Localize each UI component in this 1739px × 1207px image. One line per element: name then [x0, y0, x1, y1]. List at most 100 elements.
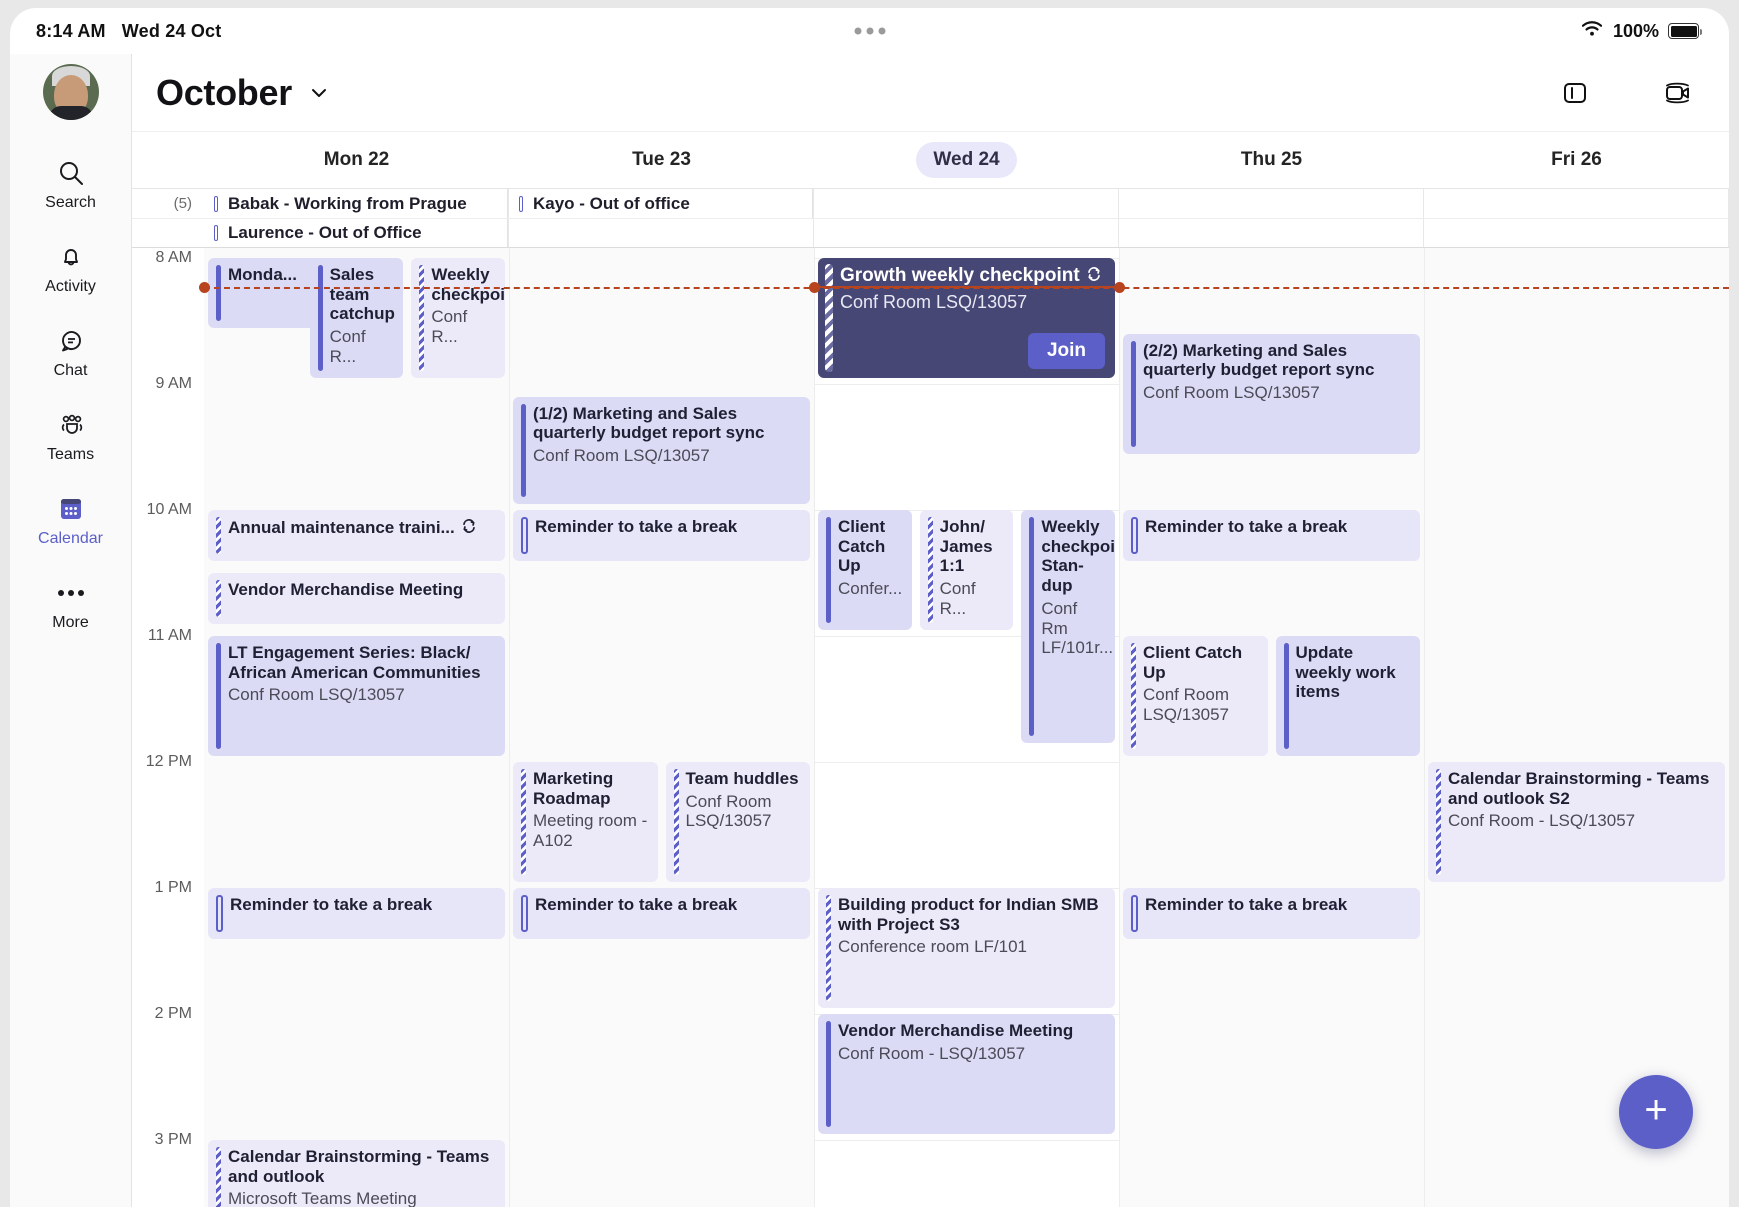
video-camera-icon[interactable]: [1657, 73, 1697, 113]
event-title: Reminder to take a break: [1145, 517, 1348, 536]
event-title: Vendor Merchandise Meeting: [228, 580, 464, 599]
split-view-icon[interactable]: [1555, 73, 1595, 113]
multitask-handle[interactable]: [854, 27, 885, 35]
calendar-event[interactable]: Annual maintenance traini...: [208, 510, 505, 561]
calendar-event[interactable]: John/ James 1:1 Conf R...: [919, 510, 1014, 630]
all-day-cell: [1424, 189, 1729, 218]
event-accent-bar: [673, 769, 679, 875]
calendar-event[interactable]: Vendor Merchandise Meeting Conf Room - LS…: [818, 1014, 1115, 1134]
calendar-event[interactable]: Reminder to take a break: [208, 888, 505, 939]
calendar-event[interactable]: Client Catch Up Conf Room LSQ/13057: [1123, 636, 1268, 756]
calendar-event[interactable]: Reminder to take a break: [513, 888, 810, 939]
calendar-toolbar: October: [132, 54, 1729, 132]
chevron-down-icon: [308, 82, 330, 104]
calendar-event[interactable]: Building product for Indian SMB with Pro…: [818, 888, 1115, 1008]
all-day-cell: Babak - Working from Prague: [204, 189, 509, 218]
sidebar-label-search: Search: [45, 194, 96, 211]
all-day-event[interactable]: Babak - Working from Prague: [204, 189, 508, 218]
sidebar-item-search[interactable]: Search: [10, 146, 131, 221]
day-divider: [1424, 248, 1425, 1207]
avatar[interactable]: [42, 64, 99, 120]
sidebar-item-activity[interactable]: Activity: [10, 230, 131, 305]
event-accent-bar: [1131, 895, 1138, 932]
day-column-4[interactable]: [1424, 248, 1729, 1207]
day-header-label: Wed 24: [916, 142, 1017, 178]
event-title: Calendar Brainstorming - Teams and outlo…: [228, 1147, 490, 1186]
event-title: Reminder to take a break: [1145, 895, 1348, 914]
people-icon: [55, 409, 87, 441]
event-location: Conf Room LSQ/13057: [840, 292, 1028, 313]
status-right: 100%: [1580, 20, 1702, 43]
event-location: Conf Room - LSQ/13057: [838, 1043, 1026, 1063]
day-header-2[interactable]: Wed 24: [814, 142, 1119, 178]
calendar-event[interactable]: Calendar Brainstorming - Teams and outlo…: [1428, 762, 1725, 882]
event-accent-bar: [214, 195, 218, 212]
calendar-grid: 8 AM9 AM10 AM11 AM12 PM1 PM2 PM3 PM4 PM …: [132, 248, 1729, 1207]
event-location: Conf Room LSQ/13057: [685, 791, 772, 831]
calendar-event[interactable]: Vendor Merchandise Meeting: [208, 573, 505, 624]
event-accent-bar: [317, 265, 323, 371]
calendar-event[interactable]: LT Engagement Series: Black/ African Ame…: [208, 636, 505, 756]
calendar-event[interactable]: Growth weekly checkpoint Conf Room LSQ/13…: [818, 258, 1115, 378]
calendar-event[interactable]: Reminder to take a break: [1123, 888, 1420, 939]
event-location: Conf Rm LF/101r...: [1041, 598, 1114, 658]
calendar-event[interactable]: Calendar Brainstorming - Teams and outlo…: [208, 1140, 505, 1207]
calendar-event[interactable]: Marketing Roadmap Meeting room - A102: [513, 762, 658, 882]
time-label: 12 PM: [145, 753, 192, 770]
battery-full-icon: [1668, 23, 1702, 39]
calendar-event[interactable]: Sales team catchup Conf R...: [309, 258, 404, 378]
day-column-1[interactable]: [509, 248, 814, 1207]
sidebar-label-chat: Chat: [53, 362, 88, 379]
app-body: Search Activity Chat Teams Calendar More…: [10, 54, 1729, 1207]
day-header-0[interactable]: Mon 22: [204, 142, 509, 178]
event-title: Weekly checkpoint: [431, 265, 505, 304]
event-accent-bar: [216, 580, 221, 617]
calendar-event[interactable]: Weekly checkpoint Stan-dupConf Rm LF/101…: [1021, 510, 1115, 744]
ios-status-bar: 8:14 AM Wed 24 Oct 100%: [10, 8, 1729, 54]
join-meeting-button[interactable]: Join: [1027, 333, 1105, 369]
month-picker[interactable]: October: [156, 72, 330, 114]
sidebar-item-chat[interactable]: Chat: [10, 314, 131, 389]
time-gutter: 8 AM9 AM10 AM11 AM12 PM1 PM2 PM3 PM4 PM: [132, 248, 204, 1207]
event-accent-bar: [1131, 517, 1138, 554]
event-title: Weekly checkpoint Stan-dup: [1041, 517, 1115, 596]
calendar-event[interactable]: (2/2) Marketing and Sales quarterly budg…: [1123, 333, 1420, 454]
event-accent-bar: [521, 517, 528, 554]
calendar-event[interactable]: Reminder to take a break: [1123, 510, 1420, 561]
calendar-event[interactable]: Team huddles Conf Room LSQ/13057: [665, 762, 810, 882]
event-location: Conf R...: [431, 307, 468, 347]
all-day-event-title: Babak - Working from Prague: [228, 193, 467, 213]
calendar-event[interactable]: Reminder to take a break: [513, 510, 810, 561]
battery-percent: 100%: [1612, 20, 1659, 41]
time-label: 1 PM: [154, 879, 192, 896]
day-header-4[interactable]: Fri 26: [1424, 142, 1729, 178]
sidebar-item-teams[interactable]: Teams: [10, 398, 131, 473]
all-day-row: (5) Babak - Working from Prague Kayo - Out…: [132, 189, 1729, 218]
event-title: LT Engagement Series: Black/ African Ame…: [228, 643, 481, 682]
event-title: (1/2) Marketing and Sales quarterly budg…: [533, 403, 765, 443]
day-header-1[interactable]: Tue 23: [509, 142, 814, 178]
all-day-cell: [1119, 189, 1424, 218]
calendar-event[interactable]: Client Catch Up Confer...: [818, 510, 912, 630]
event-location: Microsoft Teams Meeting: [228, 1189, 417, 1207]
event-location: Conf Room LSQ/13057: [228, 685, 405, 705]
all-day-cell: [814, 219, 1119, 247]
calendar-event[interactable]: (1/2) Marketing and Sales quarterly budg…: [513, 396, 810, 504]
sidebar-item-calendar[interactable]: Calendar: [10, 482, 131, 557]
day-header-3[interactable]: Thu 25: [1119, 142, 1424, 178]
event-accent-bar: [216, 265, 221, 321]
sidebar-item-more[interactable]: More: [10, 566, 131, 641]
event-title: Client Catch Up: [838, 517, 886, 576]
day-divider: [509, 248, 510, 1207]
all-day-cell: Laurence - Out of Office: [204, 219, 509, 247]
event-location: Confer...: [838, 579, 903, 599]
new-event-button[interactable]: +: [1619, 1075, 1693, 1149]
calendar-event[interactable]: Update weekly work items: [1275, 636, 1420, 756]
bell-icon: [55, 241, 87, 273]
event-location: Conf Room LSQ/13057: [533, 446, 710, 466]
event-accent-bar: [1131, 643, 1136, 749]
all-day-event[interactable]: Laurence - Out of Office: [204, 219, 508, 247]
calendar-event[interactable]: Weekly checkpointConf R...: [411, 258, 505, 378]
event-location: Conf R...: [329, 327, 366, 366]
all-day-event[interactable]: Kayo - Out of office: [509, 189, 813, 218]
